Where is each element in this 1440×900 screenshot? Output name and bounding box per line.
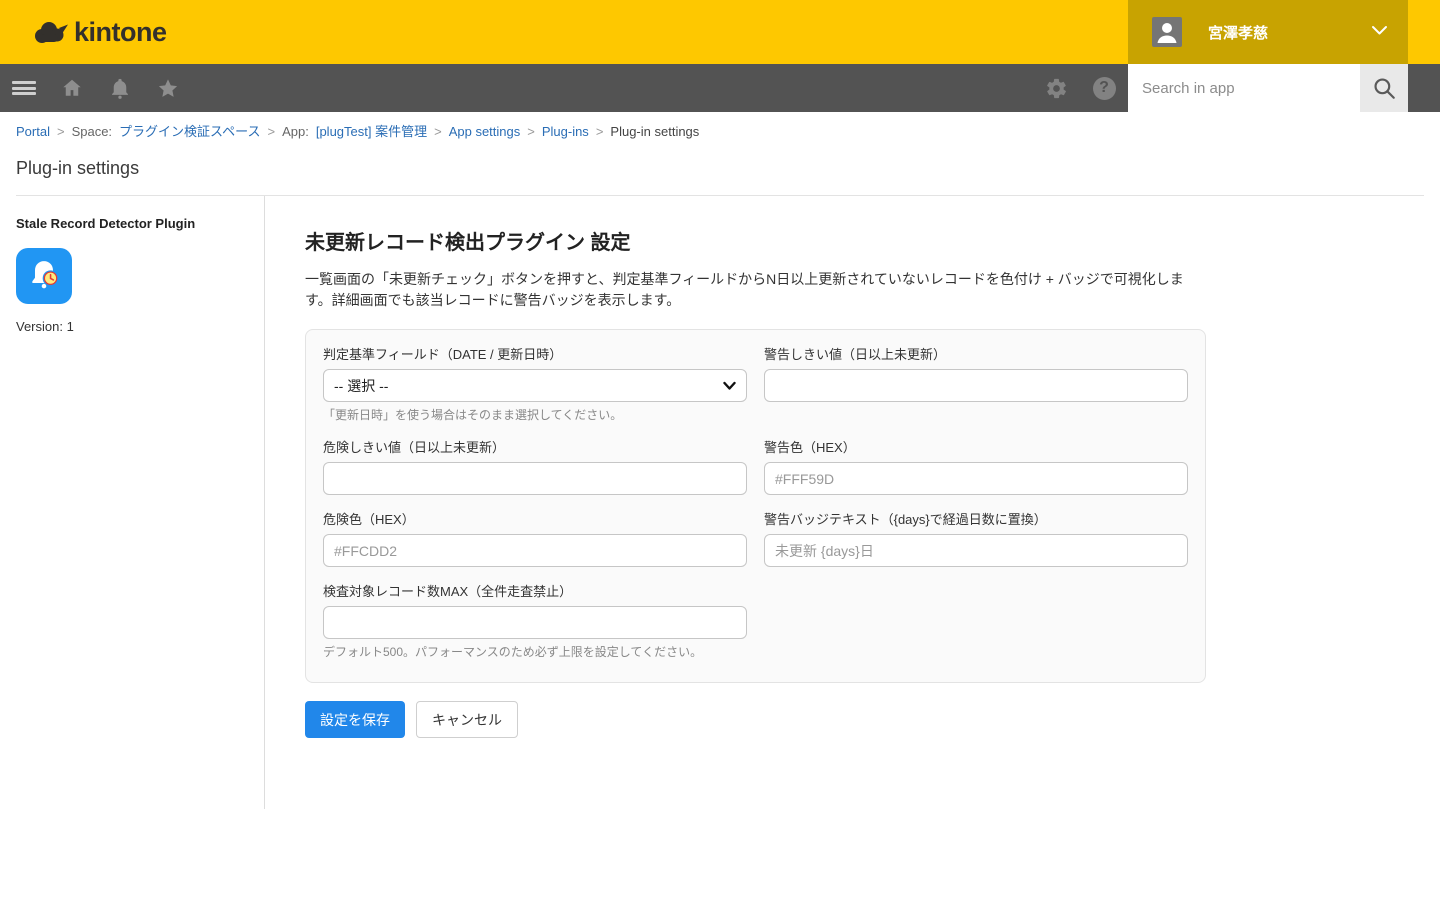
warn-color-input[interactable]: [764, 462, 1188, 495]
breadcrumb-app-link[interactable]: [plugTest] 案件管理: [316, 123, 427, 141]
field-warn-threshold: 警告しきい値（日以上未更新）: [764, 347, 1188, 423]
search-button[interactable]: [1360, 64, 1408, 112]
breadcrumb-current: Plug-in settings: [610, 123, 699, 141]
warn-threshold-input[interactable]: [764, 369, 1188, 402]
kintone-logo[interactable]: kintone: [32, 19, 167, 46]
settings-form-panel: 判定基準フィールド（DATE / 更新日時） -- 選択 -- 「更新日時」を使…: [305, 329, 1206, 683]
plugin-name: Stale Record Detector Plugin: [16, 216, 248, 233]
search-icon: [1371, 75, 1397, 101]
breadcrumb-app-settings[interactable]: App settings: [449, 123, 521, 141]
base-date-help: 「更新日時」を使う場合はそのまま選択してください。: [323, 408, 747, 423]
navbar: ?: [0, 64, 1440, 112]
help-icon[interactable]: ?: [1080, 64, 1128, 112]
breadcrumb-separator: >: [527, 123, 535, 141]
save-button[interactable]: 設定を保存: [305, 701, 405, 738]
danger-color-label: 危険色（HEX）: [323, 512, 747, 528]
hamburger-menu-icon[interactable]: [0, 64, 48, 112]
field-badge-text: 警告バッジテキスト（{days}で経過日数に置換）: [764, 512, 1188, 567]
base-date-select[interactable]: -- 選択 --: [323, 369, 747, 402]
badge-text-label: 警告バッジテキスト（{days}で経過日数に置換）: [764, 512, 1188, 528]
plugin-bell-clock-icon: [16, 248, 72, 304]
breadcrumb-separator: >: [268, 123, 276, 141]
gear-icon[interactable]: [1032, 64, 1080, 112]
breadcrumb-portal[interactable]: Portal: [16, 123, 50, 141]
field-danger-threshold: 危険しきい値（日以上未更新）: [323, 440, 747, 495]
plugin-version: Version: 1: [16, 319, 248, 334]
breadcrumb-app-prefix: App:: [282, 123, 309, 141]
danger-color-input[interactable]: [323, 534, 747, 567]
breadcrumb: Portal > Space: プラグイン検証スペース > App: [plug…: [0, 112, 1440, 141]
chevron-down-icon: [1371, 23, 1388, 41]
field-warn-color: 警告色（HEX）: [764, 440, 1188, 495]
app-window: kintone 宮澤孝慈: [0, 0, 1440, 809]
danger-threshold-input[interactable]: [323, 462, 747, 495]
settings-description: 一覧画面の「未更新チェック」ボタンを押すと、判定基準フィールドからN日以上更新さ…: [305, 269, 1201, 311]
plugin-settings-main: 未更新レコード検出プラグイン 設定 一覧画面の「未更新チェック」ボタンを押すと、…: [265, 196, 1206, 809]
breadcrumb-separator: >: [434, 123, 442, 141]
max-records-help: デフォルト500。パフォーマンスのため必ず上限を設定してください。: [323, 645, 747, 660]
form-actions: 設定を保存 キャンセル: [305, 701, 1206, 738]
content-area: Stale Record Detector Plugin Version: 1 …: [0, 196, 1440, 809]
plugin-sidebar: Stale Record Detector Plugin Version: 1: [0, 196, 265, 809]
bell-icon[interactable]: [96, 64, 144, 112]
breadcrumb-space-link[interactable]: プラグイン検証スペース: [119, 123, 260, 141]
max-records-input[interactable]: [323, 606, 747, 639]
user-menu[interactable]: 宮澤孝慈: [1128, 0, 1408, 64]
top-header: kintone 宮澤孝慈: [0, 0, 1440, 64]
breadcrumb-separator: >: [596, 123, 604, 141]
settings-form-grid: 判定基準フィールド（DATE / 更新日時） -- 選択 -- 「更新日時」を使…: [323, 347, 1188, 660]
home-icon[interactable]: [48, 64, 96, 112]
kintone-cloud-icon: [32, 19, 68, 46]
user-name: 宮澤孝慈: [1208, 22, 1371, 43]
field-base-date: 判定基準フィールド（DATE / 更新日時） -- 選択 -- 「更新日時」を使…: [323, 347, 747, 423]
navbar-right-group: ?: [1032, 64, 1408, 112]
breadcrumb-separator: >: [57, 123, 65, 141]
page-title: Plug-in settings: [16, 156, 1424, 180]
field-max-records: 検査対象レコード数MAX（全件走査禁止） デフォルト500。パフォーマンスのため…: [323, 584, 747, 660]
badge-text-input[interactable]: [764, 534, 1188, 567]
breadcrumb-plugins[interactable]: Plug-ins: [542, 123, 589, 141]
settings-title: 未更新レコード検出プラグイン 設定: [305, 230, 1206, 256]
cancel-button[interactable]: キャンセル: [416, 701, 518, 738]
star-icon[interactable]: [144, 64, 192, 112]
field-danger-color: 危険色（HEX）: [323, 512, 747, 567]
warn-threshold-label: 警告しきい値（日以上未更新）: [764, 347, 1188, 363]
search-box: [1128, 64, 1408, 112]
danger-threshold-label: 危険しきい値（日以上未更新）: [323, 440, 747, 456]
base-date-label: 判定基準フィールド（DATE / 更新日時）: [323, 347, 747, 363]
max-records-label: 検査対象レコード数MAX（全件走査禁止）: [323, 584, 747, 600]
user-avatar-icon: [1152, 17, 1182, 47]
base-date-select-wrap: -- 選択 --: [323, 369, 747, 402]
search-input[interactable]: [1128, 64, 1360, 112]
breadcrumb-space-prefix: Space:: [72, 123, 112, 141]
warn-color-label: 警告色（HEX）: [764, 440, 1188, 456]
logo-wordmark: kintone: [74, 19, 167, 46]
